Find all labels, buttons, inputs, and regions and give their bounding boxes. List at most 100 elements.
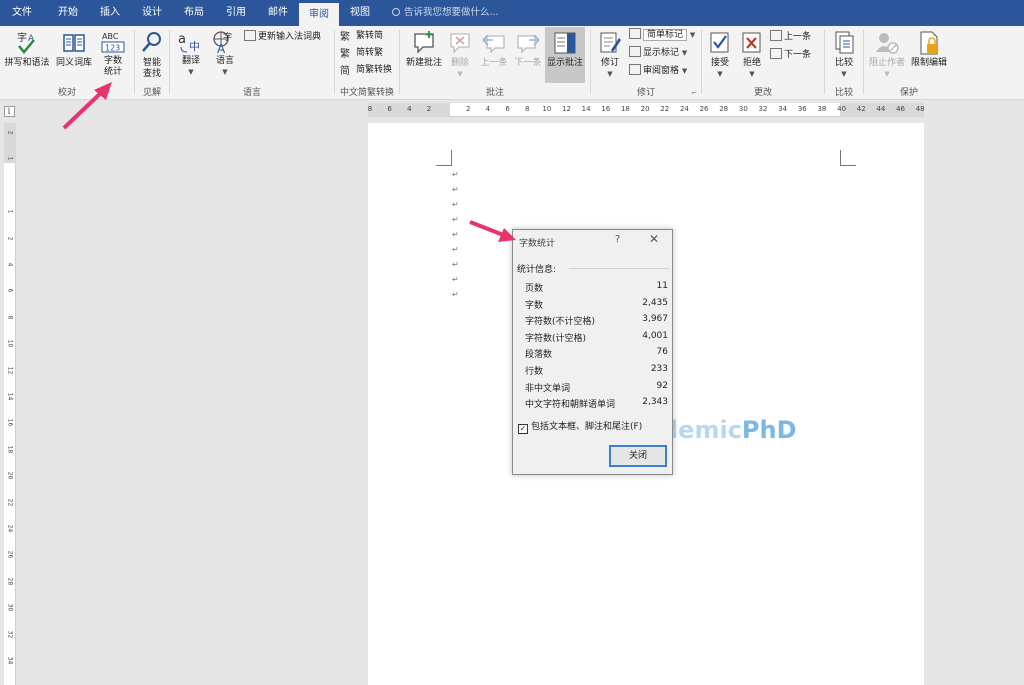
- group-chinese-conversion: 繁繁转简 繁简转繁 简简繁转换 中文简繁转换: [335, 26, 399, 100]
- tell-me-box[interactable]: 告诉我您想要做什么...: [392, 0, 499, 26]
- restrict-editing-button[interactable]: 限制编辑: [908, 30, 950, 69]
- spelling-grammar-button[interactable]: 字A 拼写和语法: [2, 30, 52, 69]
- ruler-tick-label: 34: [6, 656, 14, 665]
- tab-home[interactable]: 开始: [50, 0, 86, 26]
- markup-display-select[interactable]: 简单标记 ▼: [629, 28, 695, 42]
- svg-text:字: 字: [17, 31, 27, 44]
- thesaurus-button[interactable]: 同义词库: [52, 30, 96, 69]
- reject-button[interactable]: 拒绝 ▼: [738, 30, 766, 80]
- word-count-label-2: 统计: [103, 67, 122, 77]
- tab-file[interactable]: 文件: [4, 0, 40, 26]
- ruler-tick-label: 12: [562, 105, 571, 113]
- close-icon[interactable]: ✕: [649, 232, 659, 246]
- group-changes: 接受 ▼ 拒绝 ▼ 上一条 下一条 更改: [702, 26, 824, 100]
- ruler-tick-label: 20: [6, 471, 14, 480]
- show-comments-icon: [554, 32, 576, 54]
- ruler-tick-label: 2: [6, 130, 14, 135]
- new-comment-button[interactable]: 新建批注: [404, 30, 444, 69]
- convert-label: 简繁转换: [356, 65, 393, 75]
- accept-icon: [710, 32, 729, 53]
- spelling-label: 拼写和语法: [4, 58, 50, 68]
- tab-view[interactable]: 视图: [342, 0, 378, 26]
- annotation-arrow-icon: [469, 220, 516, 242]
- checkbox-check-icon[interactable]: ✓: [518, 424, 528, 434]
- tab-mailings[interactable]: 邮件: [260, 0, 296, 26]
- group-label-tracking: 修订: [636, 88, 655, 98]
- spelling-check-icon: 字A: [17, 31, 35, 54]
- show-comments-button[interactable]: 显示批注: [545, 27, 585, 83]
- tab-layout[interactable]: 布局: [176, 0, 212, 26]
- globe-language-icon: 字A: [213, 31, 232, 54]
- next-comment-icon: [517, 34, 540, 54]
- tab-selector[interactable]: ⌊: [4, 106, 15, 117]
- paragraph-mark: ↵: [452, 245, 459, 254]
- dialog-launcher-icon[interactable]: ⌐: [691, 89, 697, 97]
- stat-value: 11: [656, 281, 668, 291]
- ruler-tick-label: 46: [896, 105, 905, 113]
- update-ime-dictionary-button[interactable]: 更新输入法词典: [244, 30, 321, 44]
- stat-row: 页数 11: [525, 281, 670, 294]
- include-textboxes-checkbox[interactable]: ✓ 包括文本框、脚注和尾注(F): [518, 419, 642, 434]
- smart-lookup-button[interactable]: 智能 查找: [138, 30, 166, 80]
- paragraph-mark: ↵: [452, 230, 459, 239]
- group-label-compare: 比较: [834, 88, 853, 98]
- tab-design[interactable]: 设计: [134, 0, 170, 26]
- ruler-tick-label: 18: [6, 445, 14, 454]
- t2s-icon: 繁: [340, 32, 350, 43]
- ruler-tick-label: 6: [6, 288, 14, 293]
- next-change-button[interactable]: 下一条: [770, 48, 811, 62]
- word-count-icon: ABC 123: [101, 32, 125, 53]
- tab-insert[interactable]: 插入: [92, 0, 128, 26]
- ruler-tick-label: 22: [660, 105, 670, 113]
- previous-change-button[interactable]: 上一条: [770, 30, 811, 44]
- ruler-tick-label: 24: [679, 105, 689, 113]
- compare-button[interactable]: 比较 ▼: [829, 30, 859, 80]
- tab-references[interactable]: 引用: [218, 0, 254, 26]
- language-button[interactable]: 字A 语言 ▼: [208, 30, 242, 78]
- vertical-ruler[interactable]: 2 1 1 2 4 6 8 10 12 14 16 18 20 22 24 26 28 30 32 34: [4, 123, 16, 685]
- group-comments: 新建批注 删除 ▼ 上一条 下一条 显示批注 批注: [400, 26, 590, 100]
- tab-review[interactable]: 审阅: [299, 3, 339, 26]
- horizontal-ruler[interactable]: 8 6 4 2 2 4 6 8 10 12 14 16 18 20 22 24 26 28 30 32 34 36 38 40…: [368, 103, 925, 117]
- translate-button[interactable]: a中 翻译 ▼: [176, 30, 206, 78]
- show-markup-button[interactable]: 显示标记 ▼: [629, 46, 687, 60]
- stat-label: 行数: [525, 367, 544, 377]
- next-comment-label: 下一条: [514, 58, 542, 68]
- delete-comment-button[interactable]: 删除 ▼: [446, 30, 474, 80]
- track-changes-button[interactable]: 修订 ▼: [595, 30, 625, 80]
- update-ime-label: 更新输入法词典: [258, 32, 322, 42]
- ruler-tick-label: 28: [719, 105, 729, 113]
- tell-me-text: 告诉我您想要做什么...: [404, 7, 499, 18]
- help-icon[interactable]: ?: [615, 234, 620, 245]
- chinese-conversion-button[interactable]: 简简繁转换: [340, 63, 392, 77]
- svg-text:a: a: [178, 32, 186, 47]
- previous-change-label: 上一条: [784, 32, 812, 42]
- track-changes-label: 修订: [600, 58, 619, 68]
- show-comments-label: 显示批注: [546, 58, 583, 68]
- traditional-to-simplified-button[interactable]: 繁繁转简: [340, 29, 383, 43]
- paragraph-mark: ↵: [452, 215, 459, 224]
- svg-text:中: 中: [189, 40, 200, 53]
- dictionary-icon: [244, 30, 256, 41]
- ruler-tick-label: 6: [387, 105, 392, 113]
- ruler-tick-label: 4: [6, 262, 14, 267]
- previous-change-icon: [770, 30, 782, 41]
- ruler-tick-label: 22: [6, 498, 14, 506]
- previous-comment-button[interactable]: 上一条: [478, 30, 510, 69]
- ruler-tick-label: 4: [407, 105, 412, 113]
- close-button[interactable]: 关闭: [609, 445, 667, 467]
- ruler-tick-label: 6: [505, 105, 510, 113]
- stat-row: 非中文单词 92: [525, 381, 670, 394]
- ruler-tick-label: 2: [6, 236, 14, 240]
- simplified-to-traditional-button[interactable]: 繁简转繁: [340, 46, 383, 60]
- group-language: a中 翻译 ▼ 字A 语言 ▼ 更新输入法词典 语言: [170, 26, 334, 100]
- reviewing-pane-button[interactable]: 审阅窗格 ▼: [629, 64, 687, 78]
- s2t-icon: 繁: [340, 49, 350, 60]
- next-comment-button[interactable]: 下一条: [512, 30, 544, 69]
- group-label-language: 语言: [242, 88, 261, 98]
- block-authors-button[interactable]: 阻止作者 ▼: [866, 30, 908, 80]
- accept-button[interactable]: 接受 ▼: [706, 30, 734, 80]
- ruler-tick-label: 40: [837, 105, 847, 113]
- lock-document-icon: [920, 31, 938, 55]
- word-count-button[interactable]: ABC 123 字数 统计: [98, 30, 128, 78]
